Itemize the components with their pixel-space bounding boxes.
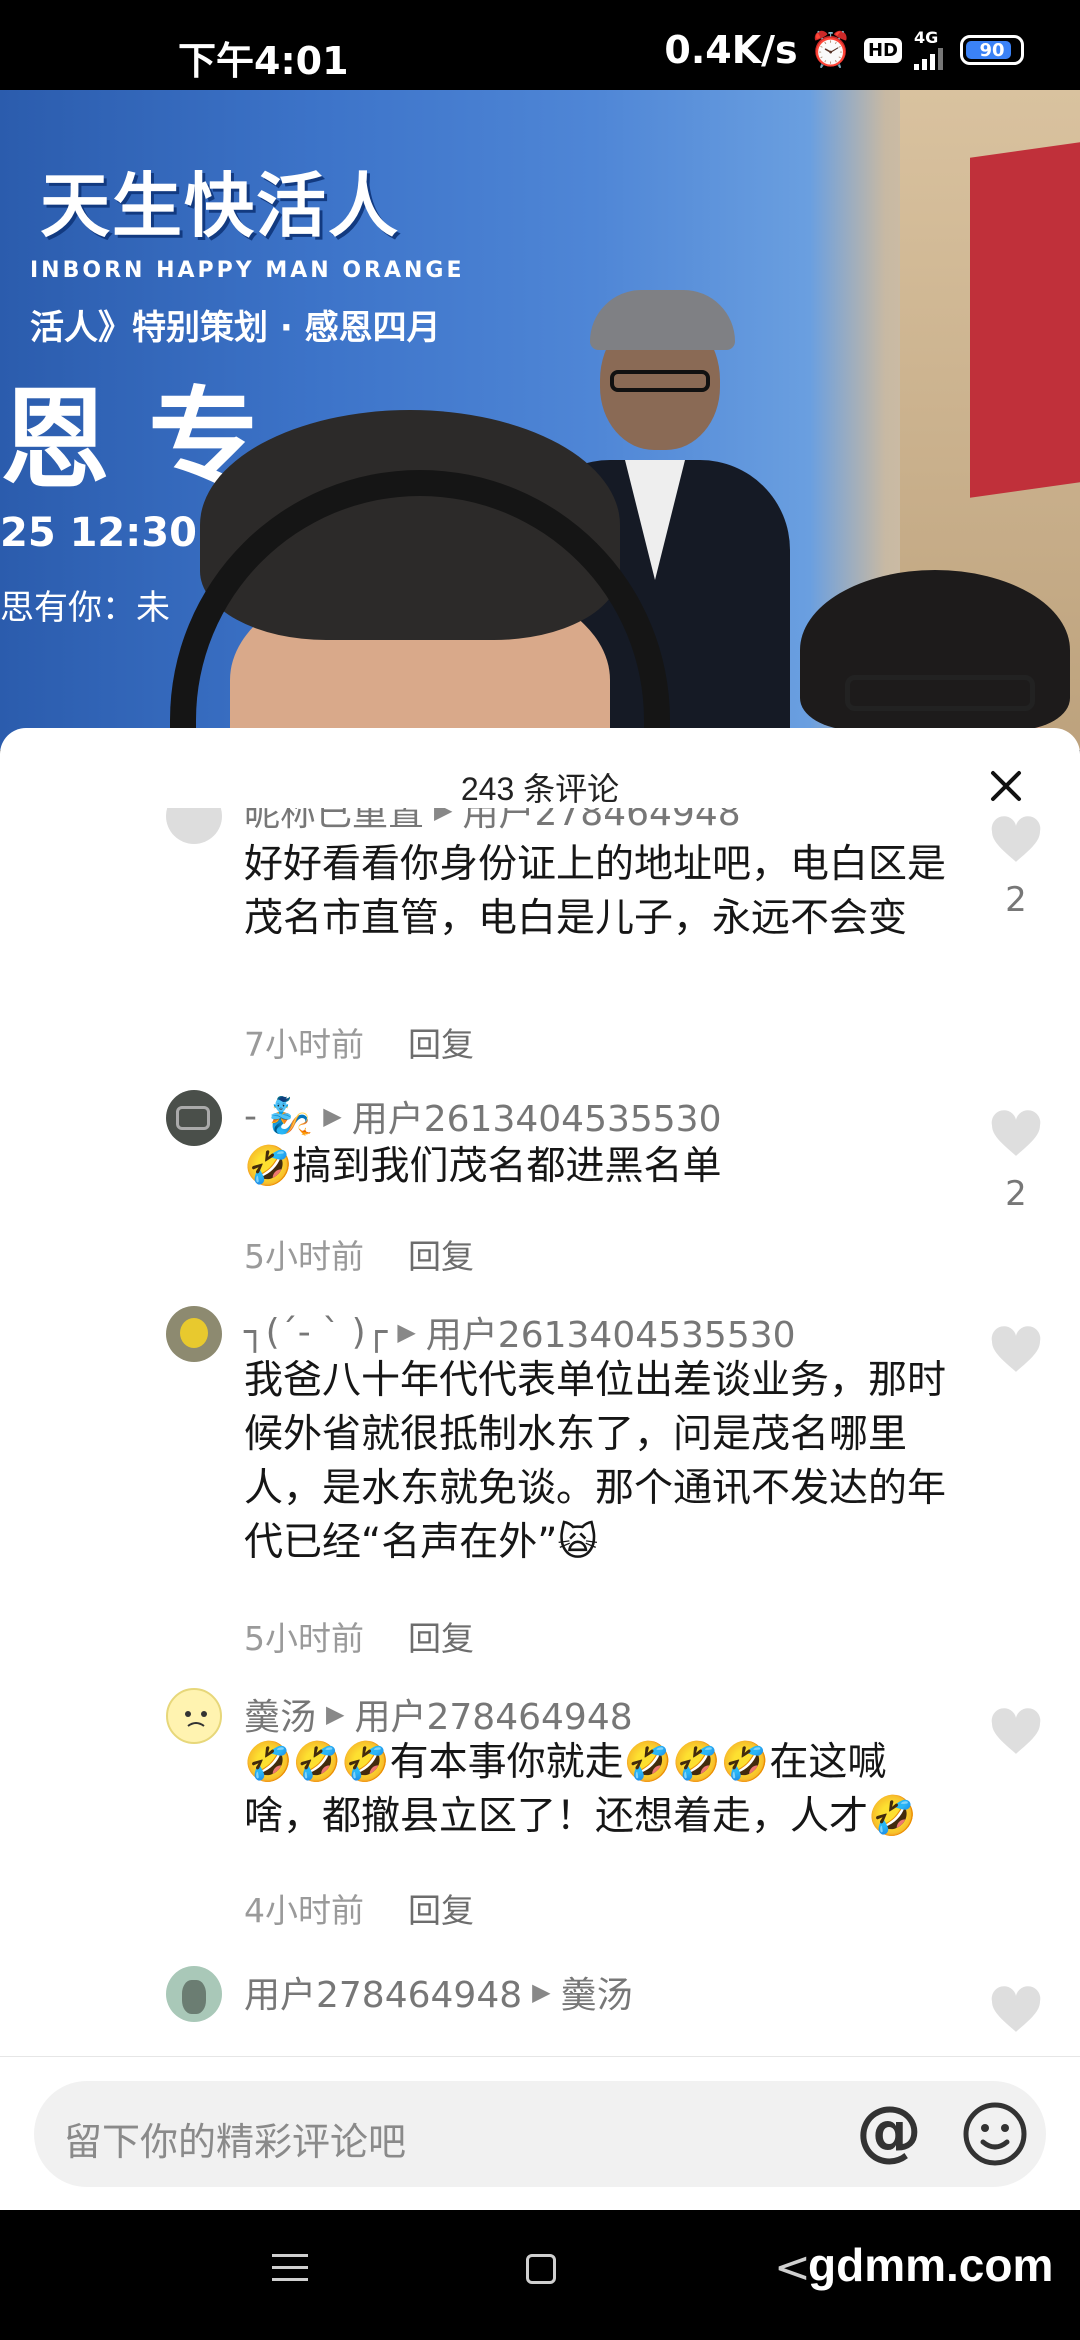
comment-text: 好好看看你身份证上的地址吧，电白区是茂名市直管，电白是儿子，永远不会变 xyxy=(244,842,947,941)
system-nav-bar: < gdmm.com xyxy=(0,2210,1080,2340)
like-count: 2 xyxy=(1005,1174,1027,1214)
comment-input-placeholder: 留下你的精彩评论吧 xyxy=(64,2120,407,2164)
like-button[interactable]: 2 xyxy=(986,816,1046,920)
status-bar: 下午4:01 0.4K/s ⏰ HD 4G 90 xyxy=(0,0,1080,90)
heart-icon xyxy=(991,1326,1041,1372)
close-icon xyxy=(991,771,1021,801)
comment-footer: 4小时前 回复 xyxy=(244,1884,474,1932)
signal-bars-icon xyxy=(914,48,943,70)
comments-sheet: 243 条评论 昵称已重置 ▶ 用户278464948 好好看看你身份证上的地址… xyxy=(0,728,1080,2210)
smiley-avatar-icon xyxy=(185,1711,207,1727)
reply-button[interactable]: 回复 xyxy=(408,1612,474,1660)
comment-meta: 用户278464948 ▶ 羹汤 xyxy=(244,1966,633,2018)
comment-text: 🤣🤣🤣有本事你就走🤣🤣🤣在这喊啥，都撤县立区了！还想着走，人才🤣 xyxy=(244,1740,917,1839)
comment-time: 4小时前 xyxy=(244,1891,364,1930)
avatar[interactable] xyxy=(166,1306,222,1362)
reply-to-username[interactable]: 用户2613404535530 xyxy=(426,1306,796,1358)
avatar[interactable] xyxy=(166,1688,222,1744)
heart-icon xyxy=(991,1986,1041,2032)
emoji-button[interactable] xyxy=(956,2095,1034,2173)
comment-input-bar: 留下你的精彩评论吧 @ xyxy=(0,2056,1080,2210)
banner-line2: 思有你：未 xyxy=(0,588,170,628)
heart-icon xyxy=(991,816,1041,862)
comment-meta: ┐(´- ` )┌ ▶ 用户2613404535530 xyxy=(244,1306,796,1358)
reply-arrow-icon: ▶ xyxy=(397,1318,416,1346)
comment-footer: 5小时前 回复 xyxy=(244,1612,474,1660)
reply-to-username[interactable]: 用户278464948 xyxy=(462,808,740,836)
reply-to-username[interactable]: 用户278464948 xyxy=(354,1688,632,1740)
banner-line: 活人》特别策划 · 感恩四月 xyxy=(30,308,441,348)
comment-meta: 昵称已重置 ▶ 用户278464948 xyxy=(244,808,741,836)
heart-icon xyxy=(991,1110,1041,1156)
video-player[interactable]: 天生快活人 INBORN HAPPY MAN ORANGE 活人》特别策划 · … xyxy=(0,90,1080,750)
comment-text: 我爸八十年代代表单位出差谈业务，那时候外省就很抵制水东了，问是茂名哪里人，是水东… xyxy=(244,1358,947,1565)
battery-level: 90 xyxy=(979,39,1005,61)
back-button[interactable]: < xyxy=(774,2242,811,2293)
menu-button[interactable] xyxy=(272,2254,308,2290)
close-button[interactable] xyxy=(984,764,1028,808)
comment-username[interactable]: 昵称已重置 xyxy=(244,808,424,836)
like-button[interactable]: 2 xyxy=(986,1110,1046,1214)
reply-to-username[interactable]: 用户2613404535530 xyxy=(352,1090,722,1142)
comment-username[interactable]: ┐(´- ` )┌ xyxy=(244,1312,387,1353)
hd-badge: HD xyxy=(863,37,902,63)
comment-username[interactable]: 用户278464948 xyxy=(244,1966,522,2018)
host-right xyxy=(780,570,1080,750)
like-button[interactable] xyxy=(986,1708,1046,1756)
signal-icon: 4G xyxy=(914,30,948,70)
like-button[interactable] xyxy=(986,1986,1046,2034)
like-count: 2 xyxy=(1005,880,1027,920)
mention-button[interactable]: @ xyxy=(850,2095,928,2173)
comment-footer: 5小时前 回复 xyxy=(244,1230,474,1278)
avatar[interactable] xyxy=(166,1090,222,1146)
reply-arrow-icon: ▶ xyxy=(532,1978,551,2006)
reply-button[interactable]: 回复 xyxy=(408,1884,474,1932)
home-button[interactable] xyxy=(526,2254,556,2284)
host-left xyxy=(160,410,720,750)
like-button[interactable] xyxy=(986,1326,1046,1374)
avatar[interactable] xyxy=(166,808,222,844)
comment-text: 🤣搞到我们茂名都进黑名单 xyxy=(244,1144,722,1189)
comment-username[interactable]: - 🧞 xyxy=(244,1095,313,1137)
reply-arrow-icon: ▶ xyxy=(326,1700,345,1728)
reply-to-username[interactable]: 羹汤 xyxy=(561,1966,633,2018)
banner-english: INBORN HAPPY MAN ORANGE xyxy=(30,258,465,283)
heart-icon xyxy=(991,1708,1041,1754)
net-speed: 0.4K/s xyxy=(664,28,798,72)
comment-meta: 羹汤 ▶ 用户278464948 xyxy=(244,1688,633,1740)
status-time: 下午4:01 xyxy=(178,39,349,83)
watermark: gdmm.com xyxy=(808,2239,1054,2291)
comment-input[interactable]: 留下你的精彩评论吧 @ xyxy=(34,2081,1046,2187)
red-flag-decoration xyxy=(970,142,1080,498)
network-type: 4G xyxy=(914,28,939,47)
comment-count-title: 243 条评论 xyxy=(460,771,620,807)
reply-button[interactable]: 回复 xyxy=(408,1018,474,1066)
comment-username[interactable]: 羹汤 xyxy=(244,1688,316,1740)
comment-footer: 7小时前 回复 xyxy=(244,1018,474,1066)
alarm-icon: ⏰ xyxy=(809,30,852,70)
reply-button[interactable]: 回复 xyxy=(408,1230,474,1278)
reply-arrow-icon: ▶ xyxy=(323,1102,342,1130)
status-indicators: 0.4K/s ⏰ HD 4G 90 xyxy=(664,28,1024,72)
comment-time: 5小时前 xyxy=(244,1237,364,1276)
comment-time: 5小时前 xyxy=(244,1619,364,1658)
comment-meta: - 🧞 ▶ 用户2613404535530 xyxy=(244,1090,722,1142)
avatar[interactable] xyxy=(166,1966,222,2022)
emoji-icon xyxy=(963,2102,1027,2166)
banner-title: 天生快活人 xyxy=(40,165,400,247)
battery-icon: 90 xyxy=(960,35,1024,65)
comment-time: 7小时前 xyxy=(244,1025,364,1064)
reply-arrow-icon: ▶ xyxy=(434,808,453,824)
comment-list[interactable]: 昵称已重置 ▶ 用户278464948 好好看看你身份证上的地址吧，电白区是茂名… xyxy=(0,808,1080,2138)
